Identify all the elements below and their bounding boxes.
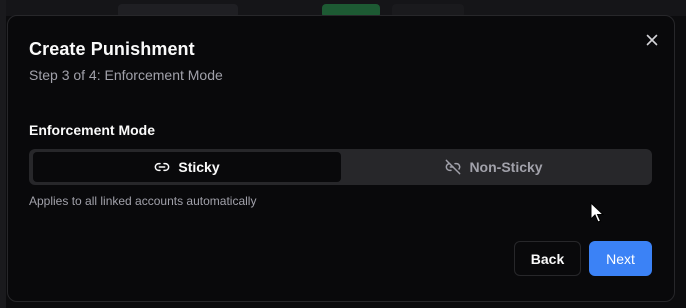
background-app-edge <box>0 0 6 308</box>
dialog-title: Create Punishment <box>29 39 195 59</box>
back-button[interactable]: Back <box>514 241 581 276</box>
non-sticky-option-label: Non-Sticky <box>469 159 543 175</box>
link-icon <box>155 162 170 172</box>
enforcement-mode-label: Enforcement Mode <box>29 122 156 138</box>
non-sticky-option[interactable]: Non-Sticky <box>340 152 648 182</box>
create-punishment-dialog: Create Punishment Step 3 of 4: Enforceme… <box>7 15 675 302</box>
enforcement-mode-hint: Applies to all linked accounts automatic… <box>29 194 257 208</box>
sticky-option[interactable]: Sticky <box>33 152 341 182</box>
mouse-cursor-icon <box>590 202 604 223</box>
close-icon <box>646 34 658 46</box>
next-button[interactable]: Next <box>589 241 652 276</box>
sticky-option-label: Sticky <box>178 159 220 175</box>
broken-link-icon <box>446 159 461 175</box>
dialog-step-subtitle: Step 3 of 4: Enforcement Mode <box>29 67 223 83</box>
enforcement-mode-toggle: Sticky Non-Sticky <box>29 149 652 185</box>
close-button[interactable] <box>644 32 660 48</box>
